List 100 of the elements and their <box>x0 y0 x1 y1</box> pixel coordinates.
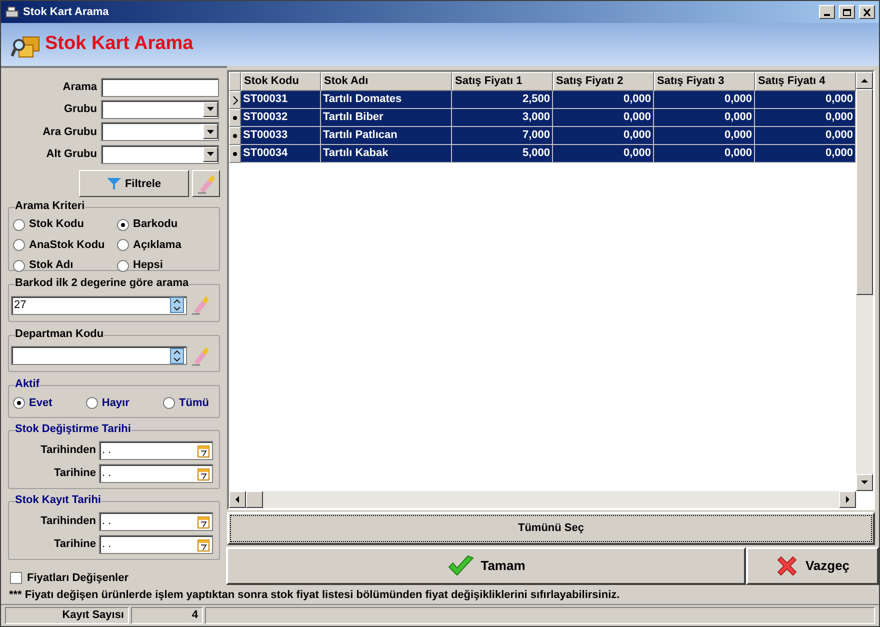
table-cell: 0,000 <box>654 145 755 163</box>
table-cell: 0,000 <box>654 91 755 109</box>
field-label: Tarihine <box>54 536 96 552</box>
radio-button[interactable] <box>163 397 176 410</box>
table-cell: 0,000 <box>755 145 856 163</box>
right-arrow-icon <box>844 496 851 503</box>
field-label: Arama <box>62 80 97 95</box>
field-label: Alt Grubu <box>46 146 97 162</box>
row-indicator[interactable] <box>229 145 241 163</box>
group-title: Arama Kriteri <box>15 201 85 212</box>
left-arrow-icon <box>234 496 241 503</box>
text-field[interactable] <box>101 78 219 97</box>
column-header[interactable]: Satış Fiyatı 1 <box>452 72 553 91</box>
clear-button[interactable] <box>192 170 220 198</box>
group-title: Aktif <box>15 379 40 390</box>
current-row-icon <box>232 96 238 104</box>
date-field[interactable]: . . <box>99 440 213 460</box>
eraser-icon <box>196 174 216 194</box>
column-header[interactable]: Satış Fiyatı 2 <box>553 72 654 91</box>
field-label: Tarihine <box>54 466 96 481</box>
table-cell: Tartılı Domates <box>321 91 452 109</box>
dropdown-arrow-icon <box>207 130 214 134</box>
radio-label: Stok Adı <box>29 258 74 274</box>
radio-label: Barkodu <box>133 217 178 232</box>
dropdown-field[interactable] <box>101 100 219 119</box>
table-cell: Tartılı Biber <box>321 109 452 127</box>
check-icon <box>446 555 475 577</box>
checkbox-label: Fiyatları Değişenler <box>27 570 128 586</box>
cancel-button[interactable]: Vazgeç <box>746 547 879 585</box>
eraser-icon <box>190 346 210 366</box>
x-icon <box>775 554 800 578</box>
dropdown-arrow-icon <box>207 152 214 156</box>
radio-label: Açıklama <box>133 238 182 253</box>
date-field[interactable]: . . <box>99 464 213 482</box>
ok-button[interactable]: Tamam <box>226 547 746 585</box>
table-cell: 5,000 <box>452 145 553 163</box>
scroll-thumb[interactable] <box>246 491 263 508</box>
up-arrow-icon <box>861 77 868 84</box>
status-label: Kayıt Sayısı <box>5 607 129 624</box>
date-field[interactable]: . . <box>99 512 213 530</box>
dropdown-field[interactable] <box>101 122 219 142</box>
close-button[interactable] <box>859 5 875 19</box>
radio-label: Evet <box>29 396 52 412</box>
table-cell: Tartılı Kabak <box>321 145 452 163</box>
table-cell: 3,000 <box>452 109 553 127</box>
calendar-icon <box>197 442 210 458</box>
column-header[interactable]: Satış Fiyatı 4 <box>755 72 856 91</box>
maximize-button[interactable] <box>839 5 855 19</box>
input-field[interactable]: 27 <box>11 296 187 315</box>
table-cell: 2,500 <box>452 91 553 109</box>
vertical-scrollbar[interactable] <box>856 72 873 491</box>
table-cell: ST00034 <box>241 145 321 163</box>
row-indicator[interactable] <box>229 91 241 109</box>
group-title: Stok Değiştirme Tarihi <box>15 424 131 434</box>
dot-icon <box>233 116 237 120</box>
minimize-button[interactable] <box>819 5 835 19</box>
radio-label: Hayır <box>102 396 130 412</box>
checkbox[interactable] <box>10 572 22 584</box>
group-title: Departman Kodu <box>15 328 104 340</box>
row-indicator[interactable] <box>229 127 241 145</box>
funnel-icon <box>106 178 121 190</box>
window-title: Stok Kart Arama <box>23 4 110 20</box>
down-arrow-icon <box>861 479 868 486</box>
table-cell: 7,000 <box>452 127 553 145</box>
spin-button-icon <box>170 348 184 364</box>
close-icon <box>862 8 872 16</box>
column-header[interactable]: Stok Kodu <box>241 72 321 91</box>
radio-button[interactable] <box>117 218 129 230</box>
table-cell: 0,000 <box>654 109 755 127</box>
minimize-icon <box>824 14 830 16</box>
radio-button[interactable] <box>13 239 25 251</box>
calendar-icon <box>197 466 210 480</box>
group-title: Stok Kayıt Tarihi <box>15 494 101 506</box>
column-header[interactable]: Stok Adı <box>321 72 452 91</box>
dot-icon <box>233 152 237 156</box>
radio-button[interactable] <box>13 397 25 410</box>
table-cell: 0,000 <box>755 109 856 127</box>
spin-button-icon <box>170 297 184 314</box>
dropdown-arrow-icon <box>207 107 214 112</box>
table-cell: 0,000 <box>654 127 755 145</box>
radio-button[interactable] <box>117 260 129 272</box>
radio-label: AnaStok Kodu <box>29 238 105 253</box>
scroll-thumb[interactable] <box>856 89 873 295</box>
input-field[interactable] <box>11 346 187 366</box>
note-text: *** Fiyatı değişen ürünlerde işlem yaptıktan sonra stok fiyat listesi bölümünden fiyat değişikliklerini sıfırlayabilirsiniz. <box>8 588 621 603</box>
dot-icon <box>233 134 237 138</box>
column-header[interactable]: Satış Fiyatı 3 <box>654 72 755 91</box>
radio-button[interactable] <box>117 239 129 251</box>
radio-button[interactable] <box>13 260 25 272</box>
radio-button[interactable] <box>86 397 98 410</box>
select-all-button[interactable]: Tümünü Seç <box>227 512 875 545</box>
radio-label: Stok Kodu <box>29 217 84 232</box>
row-indicator[interactable] <box>229 109 241 127</box>
filter-button[interactable]: Filtrele <box>79 170 189 198</box>
table-cell: ST00032 <box>241 109 321 127</box>
date-field[interactable]: . . <box>99 534 213 554</box>
dropdown-field[interactable] <box>101 144 219 164</box>
radio-button[interactable] <box>13 218 25 230</box>
horizontal-scrollbar[interactable] <box>229 491 856 508</box>
radio-label: Tümü <box>179 396 209 412</box>
